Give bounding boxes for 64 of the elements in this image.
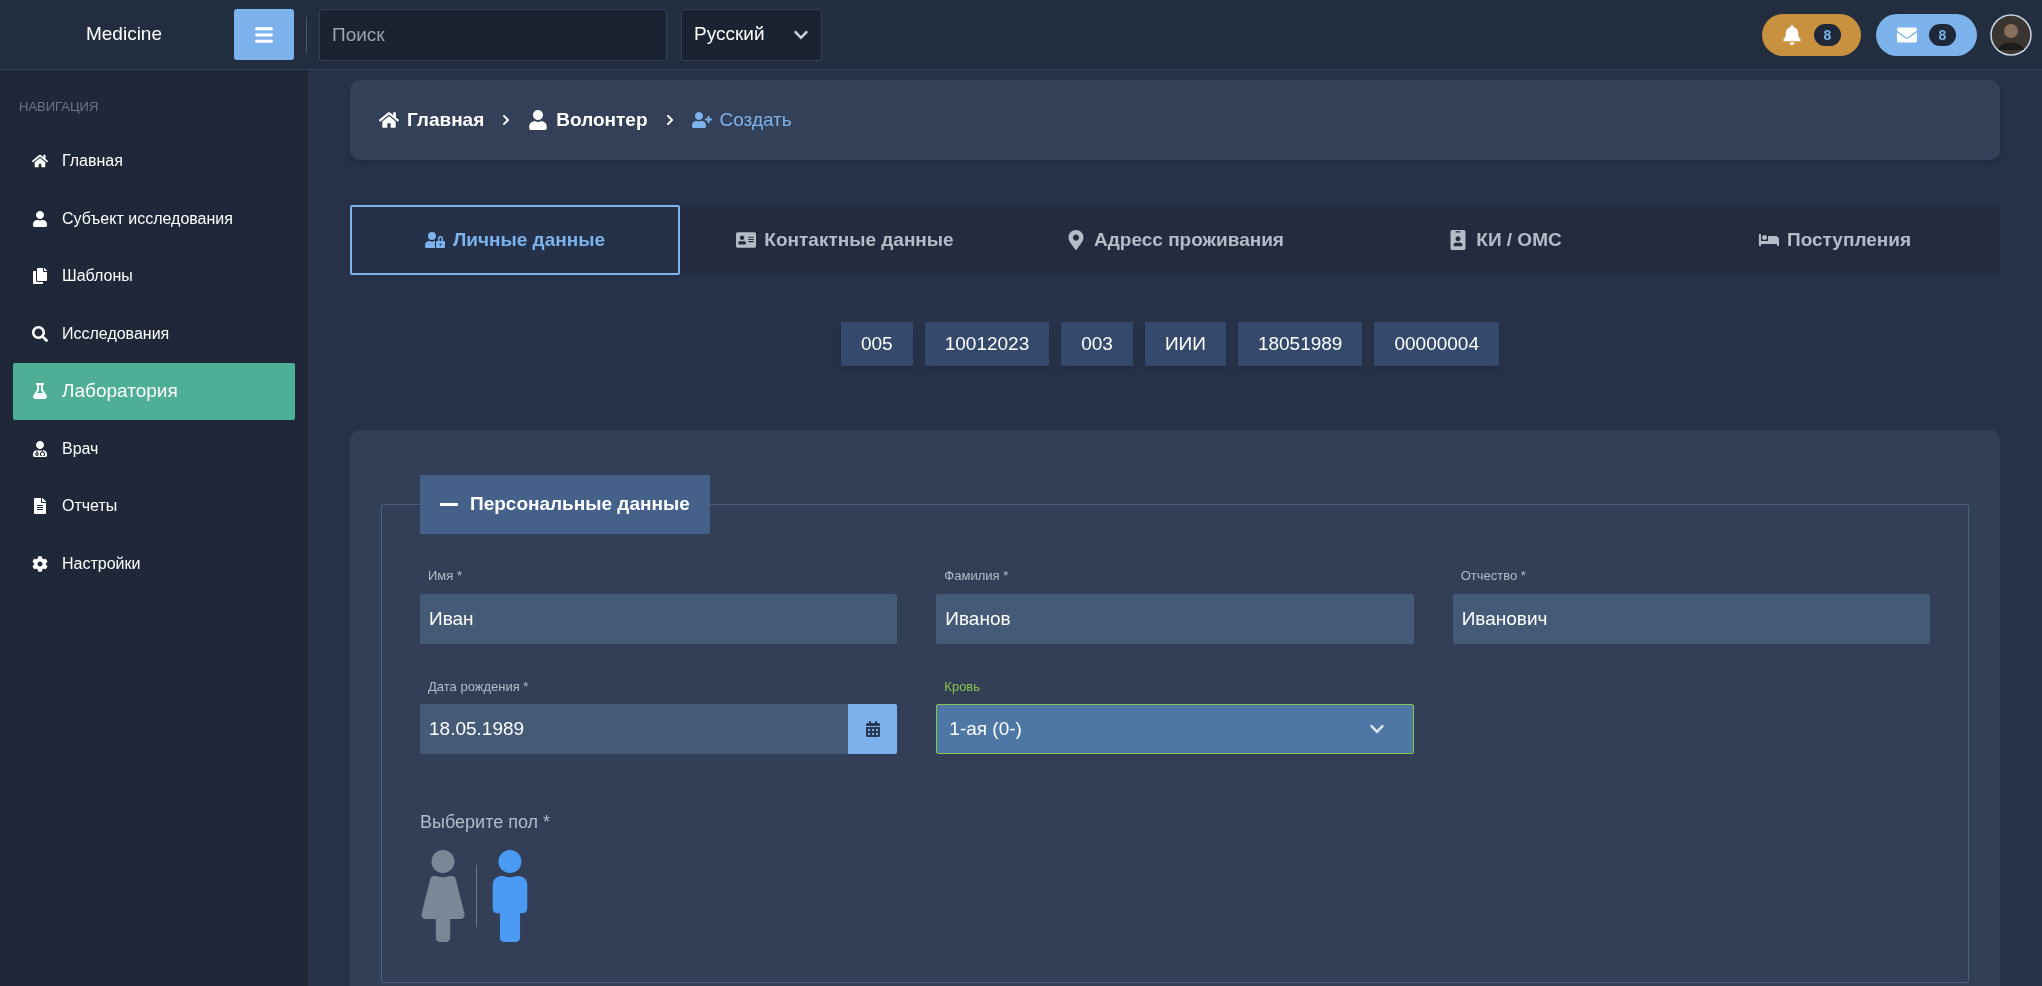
text-field[interactable]: Иванов — [936, 593, 1414, 644]
field-label: Отчество * — [1459, 567, 1526, 585]
code-segment: 18051989 — [1237, 322, 1363, 366]
code-segment: 005 — [841, 322, 913, 366]
tab[interactable]: КИ / ОМС — [1340, 205, 1670, 275]
doctor-icon — [32, 440, 48, 457]
tab[interactable]: Поступления — [1670, 205, 2000, 275]
calendar-button[interactable] — [848, 704, 898, 754]
sidebar-item[interactable]: Настройки — [13, 535, 295, 592]
avatar-icon[interactable] — [1990, 13, 2032, 56]
sidebar-item[interactable]: Главная — [13, 132, 295, 190]
gender-label: Выберите пол * — [420, 811, 551, 834]
notifications-button[interactable]: 8 — [1762, 13, 1861, 56]
add-user-icon — [691, 110, 712, 130]
contact-card-icon — [736, 230, 757, 250]
field-label: Фамилия * — [943, 567, 1009, 585]
sidebar-item[interactable]: Отчеты — [13, 477, 295, 535]
section-legend[interactable]: Персональные данные — [420, 475, 710, 534]
home-icon — [32, 153, 48, 169]
menu-button[interactable] — [234, 9, 294, 60]
notification-count: 8 — [1813, 23, 1842, 46]
blood-type-select[interactable]: 1-ая (0-) — [936, 704, 1414, 754]
code-segment: 00000004 — [1374, 322, 1499, 366]
sidebar-item[interactable]: Исследования — [13, 305, 295, 362]
code-segment: 10012023 — [924, 322, 1050, 366]
breadcrumb-link[interactable]: Волонтер — [528, 105, 648, 135]
tab[interactable]: Адресс проживания — [1010, 205, 1340, 275]
sidebar-item[interactable]: Субъект исследования — [13, 190, 295, 247]
sidebar-heading: НАВИГАЦИЯ — [19, 98, 99, 116]
text-field[interactable]: Иванович — [1452, 593, 1930, 644]
tab[interactable]: Контактные данные — [680, 205, 1010, 275]
map-pin-icon — [1066, 230, 1086, 250]
female-figure-icon[interactable] — [420, 850, 466, 942]
collapse-icon — [440, 503, 458, 506]
documents-icon — [32, 268, 48, 284]
search-icon — [32, 325, 48, 342]
menu-icon — [254, 24, 274, 45]
user-icon — [32, 210, 48, 227]
document-icon — [32, 498, 48, 514]
sidebar-item[interactable]: Врач — [13, 420, 295, 477]
language-select[interactable]: Русский — [681, 8, 822, 61]
bell-icon — [1781, 24, 1802, 45]
message-count: 8 — [1928, 23, 1957, 46]
field-label: Имя * — [427, 567, 462, 585]
flask-icon — [32, 383, 48, 399]
search-field[interactable]: Поиск — [319, 8, 667, 61]
breadcrumb-link[interactable]: Главная — [379, 105, 485, 135]
id-badge-icon — [1448, 230, 1469, 250]
field-label: Дата рождения * — [427, 677, 529, 696]
home-icon — [379, 110, 399, 130]
sidebar-item[interactable]: Шаблоны — [13, 247, 295, 305]
user-icon — [528, 110, 549, 130]
code-segment: ИИИ — [1144, 322, 1226, 366]
field-label: Кровь — [943, 677, 981, 696]
breadcrumb-link[interactable]: Создать — [691, 105, 792, 135]
text-field[interactable]: Иван — [420, 593, 898, 644]
user-lock-icon — [425, 230, 445, 250]
messages-button[interactable]: 8 — [1876, 13, 1977, 56]
settings-icon — [32, 555, 48, 572]
tab[interactable]: Личные данные — [350, 205, 680, 275]
date-field[interactable]: 18.05.1989 — [420, 704, 849, 754]
code-segment: 003 — [1061, 322, 1133, 366]
calendar-icon — [864, 721, 881, 737]
app-logo[interactable]: Medicine — [85, 20, 162, 49]
